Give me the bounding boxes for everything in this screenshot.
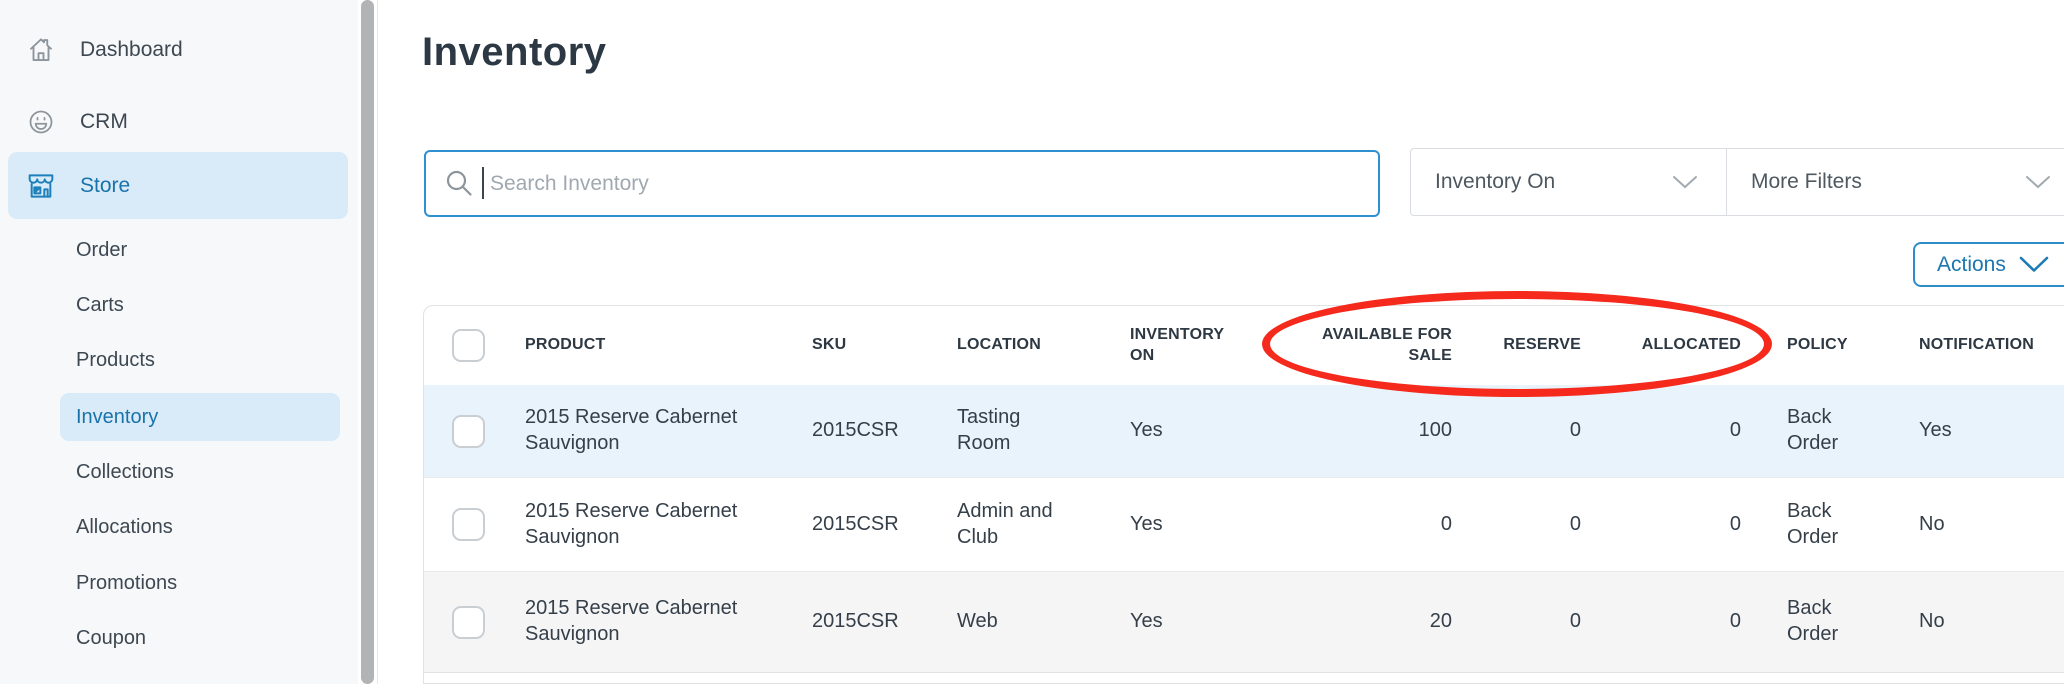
cell-sku: 2015CSR (812, 419, 899, 442)
search-input[interactable] (424, 150, 1380, 217)
text-caret (482, 167, 484, 199)
column-header-notification: NOTIFICATION (1919, 336, 2034, 354)
cell-notification: No (1919, 610, 1945, 633)
cell-allocated: 0 (1729, 610, 1741, 633)
column-header-policy: POLICY (1787, 336, 1848, 354)
search-icon (444, 168, 474, 198)
row-checkbox[interactable] (452, 605, 485, 639)
inventory-on-dropdown-label: Inventory On (1435, 170, 1556, 193)
cell-notification: Yes (1919, 419, 1952, 442)
row-checkbox[interactable] (452, 414, 485, 448)
cell-available-for-sale: 20 (1429, 610, 1452, 633)
content-divider (377, 0, 378, 684)
column-header-allocated: ALLOCATED (1641, 336, 1741, 354)
sidebar-item-store[interactable]: Store (8, 152, 348, 219)
sidebar-item-label: Dashboard (80, 37, 183, 61)
select-all-checkbox[interactable] (452, 329, 485, 362)
chevron-down-icon (2025, 175, 2051, 190)
cell-available-for-sale: 0 (1440, 512, 1452, 535)
cell-policy: Back Order (1787, 597, 1839, 645)
cell-available-for-sale: 100 (1418, 419, 1452, 442)
page-title: Inventory (422, 30, 607, 74)
actions-button-label: Actions (1937, 252, 2006, 276)
cell-reserve: 0 (1569, 512, 1581, 535)
chevron-down-icon (1672, 175, 1698, 190)
cell-inventory-on: Yes (1130, 512, 1163, 535)
cell-notification: No (1919, 512, 1945, 535)
sidebar-item-collections[interactable]: Collections (60, 448, 340, 496)
sidebar-scrollbar[interactable] (361, 0, 374, 684)
sidebar-item-label: Products (76, 348, 155, 371)
sidebar-item-inventory[interactable]: Inventory (60, 393, 340, 441)
column-header-product: PRODUCT (525, 336, 606, 354)
sidebar-item-allocations[interactable]: Allocations (60, 503, 340, 551)
sidebar-item-label: CRM (80, 109, 128, 133)
cell-product: 2015 Reserve Cabernet Sauvignon (525, 406, 738, 454)
table-row[interactable]: 2015 Reserve Cabernet Sauvignon 2015CSR … (424, 385, 2064, 478)
more-filters-dropdown[interactable]: More Filters (1726, 148, 2064, 216)
sidebar-item-label: Inventory (76, 405, 159, 428)
chevron-down-icon (2018, 255, 2050, 274)
cell-policy: Back Order (1787, 499, 1839, 548)
sidebar-item-label: Promotions (76, 571, 178, 594)
column-header-reserve: RESERVE (1503, 336, 1581, 354)
cell-product: 2015 Reserve Cabernet Sauvignon (525, 597, 738, 645)
cell-inventory-on: Yes (1130, 419, 1163, 442)
sidebar-item-label: Allocations (76, 515, 173, 538)
actions-button[interactable]: Actions (1913, 242, 2064, 287)
cell-sku: 2015CSR (812, 610, 899, 633)
cell-location: Web (957, 610, 998, 633)
cell-policy: Back Order (1787, 406, 1839, 454)
table-row[interactable]: 2015 Reserve Cabernet Sauvignon 2015CSR … (424, 572, 2064, 673)
home-icon (24, 33, 58, 67)
column-header-inventory-on: INVENTORY ON (1130, 326, 1224, 364)
column-header-location: LOCATION (957, 336, 1041, 354)
cell-sku: 2015CSR (812, 512, 899, 535)
sidebar-item-order[interactable]: Order (60, 226, 340, 274)
sidebar-item-label: Collections (76, 460, 174, 483)
sidebar-item-label: Store (80, 173, 131, 197)
sidebar-item-products[interactable]: Products (60, 336, 340, 384)
search-wrap (424, 150, 1380, 217)
sidebar-item-label: Carts (76, 293, 124, 316)
cell-inventory-on: Yes (1130, 610, 1163, 633)
sidebar-item-label: Coupon (76, 626, 147, 649)
table-row[interactable]: 2015 Reserve Cabernet Sauvignon 2015CSR … (424, 478, 2064, 572)
sidebar-item-label: Order (76, 238, 128, 261)
cell-location: Tasting Room (957, 406, 1021, 454)
cell-allocated: 0 (1729, 419, 1741, 442)
table-header-row: PRODUCT SKU LOCATION INVENTORY ON AVAILA… (424, 306, 2064, 385)
sidebar-item-coupon[interactable]: Coupon (60, 614, 340, 662)
cell-reserve: 0 (1569, 419, 1581, 442)
sidebar-item-promotions[interactable]: Promotions (60, 559, 340, 607)
sidebar-item-carts[interactable]: Carts (60, 281, 340, 329)
cell-allocated: 0 (1729, 512, 1741, 535)
smiley-icon (24, 105, 58, 139)
sidebar-item-crm[interactable]: CRM (8, 88, 348, 155)
sidebar: Dashboard CRM Store Order Carts Products… (0, 0, 358, 684)
row-checkbox[interactable] (452, 508, 485, 541)
inventory-table: PRODUCT SKU LOCATION INVENTORY ON AVAILA… (423, 305, 2064, 684)
cell-location: Admin and Club (957, 499, 1053, 548)
column-header-sku: SKU (812, 336, 847, 354)
sidebar-item-dashboard[interactable]: Dashboard (8, 16, 348, 83)
storefront-icon (24, 169, 58, 203)
column-header-available-for-sale: AVAILABLE FOR SALE (1322, 326, 1452, 364)
more-filters-dropdown-label: More Filters (1751, 170, 1862, 193)
cell-product: 2015 Reserve Cabernet Sauvignon (525, 499, 738, 548)
cell-reserve: 0 (1569, 610, 1581, 633)
inventory-on-dropdown[interactable]: Inventory On (1410, 148, 1727, 216)
